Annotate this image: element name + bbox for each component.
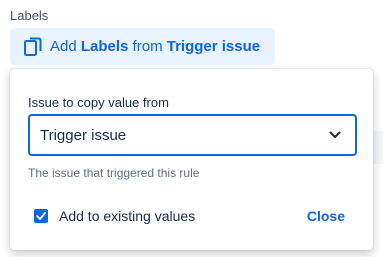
summary-prefix: Add <box>50 38 81 55</box>
summary-field-name: Labels <box>80 38 129 55</box>
copy-value-popup: Issue to copy value from Trigger issue T… <box>10 69 373 250</box>
summary-text: Add Labels from Trigger issue <box>50 38 260 55</box>
checkbox-label[interactable]: Add to existing values <box>59 208 195 224</box>
chevron-down-icon[interactable] <box>327 127 343 143</box>
summary-middle: from <box>128 38 167 55</box>
copy-icon <box>24 37 42 57</box>
field-label: Labels <box>10 8 49 23</box>
helper-text: The issue that triggered this rule <box>28 166 200 180</box>
select-value: Trigger issue <box>40 126 127 144</box>
summary-source: Trigger issue <box>166 38 261 55</box>
close-button[interactable]: Close <box>307 208 345 224</box>
issue-source-select[interactable]: Trigger issue <box>28 114 357 156</box>
copy-value-summary-button[interactable]: Add Labels from Trigger issue <box>10 28 275 65</box>
add-to-existing-checkbox[interactable] <box>34 209 48 223</box>
checkmark-icon <box>36 212 46 220</box>
select-label: Issue to copy value from <box>28 95 169 110</box>
